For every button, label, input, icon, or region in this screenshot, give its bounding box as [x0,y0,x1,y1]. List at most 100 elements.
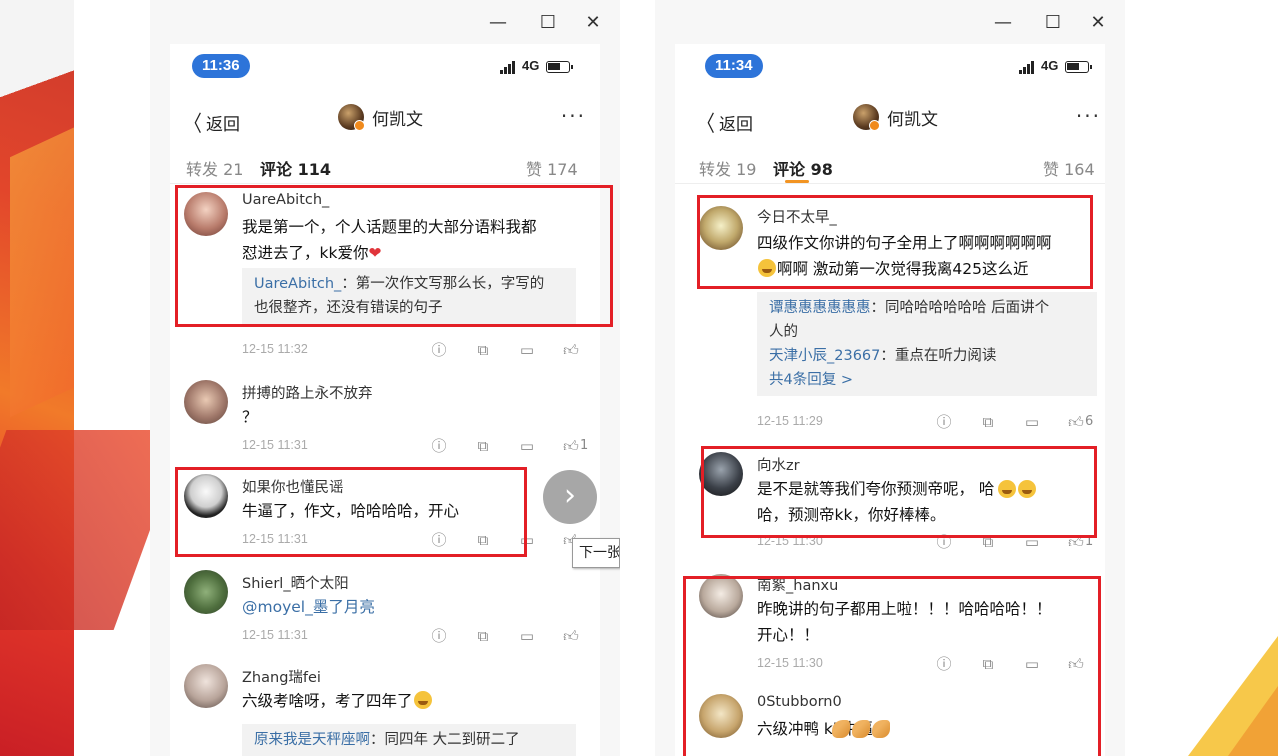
minimize-button[interactable]: — [485,10,511,36]
share-icon[interactable]: ⧉ [472,626,494,646]
report-icon[interactable]: ⓘ [933,412,955,432]
desktop-background-left [0,0,150,756]
share-icon[interactable]: ⧉ [472,340,494,360]
next-arrow-button[interactable]: › [543,470,597,524]
reply-box[interactable]: UareAbitch_：第一次作文写那么长，字写的 也很整齐，还没有错误的句子 [242,268,576,324]
avatar[interactable] [699,694,743,738]
reply-username[interactable]: 原来我是天秤座啊 [254,732,370,748]
signal-icon [1019,60,1034,74]
comment-date: 12-15 11:30 [757,656,823,670]
comment-username[interactable]: 拼搏的路上永不放弃 [242,382,373,403]
reply-icon[interactable]: ▭ [516,436,538,456]
comment-line: 怼进去了，kk爱你 [242,244,369,262]
avatar[interactable] [184,192,228,236]
avatar[interactable] [184,380,228,424]
muscle-emoji-icon [872,720,890,738]
reply-icon[interactable]: ▭ [516,626,538,646]
share-icon[interactable]: ⧉ [977,412,999,432]
like-icon[interactable]: 👍︎ 6 [1065,412,1093,432]
close-button[interactable]: ✕ [1085,10,1111,36]
comment-line: 四级作文你讲的句子全用上了啊啊啊啊啊啊 [757,234,1052,252]
avatar[interactable] [184,474,228,518]
comment-date: 12-15 11:31 [242,628,308,642]
comment-date: 12-15 11:32 [242,342,308,356]
like-icon[interactable]: 👍︎ [1065,654,1087,674]
reply-icon[interactable]: ▭ [1021,532,1043,552]
comment-date: 12-15 11:30 [757,534,823,548]
laugh-emoji-icon [1018,480,1036,498]
tab-repost[interactable]: 转发 19 [699,156,756,180]
report-icon[interactable]: ⓘ [933,532,955,552]
muscle-emoji-icon [852,720,870,738]
tab-comments[interactable]: 评论 98 [773,156,833,180]
reply-box[interactable]: 原来我是天秤座啊：同四年 大二到研二了 [242,724,576,756]
comment-username[interactable]: 今日不太早_ [757,206,837,227]
comment-text: 四级作文你讲的句子全用上了啊啊啊啊啊啊 啊啊 激动第一次觉得我离425这么近 [757,230,1097,282]
tab-repost[interactable]: 转发 21 [186,156,243,180]
comment-date: 12-15 11:31 [242,438,308,452]
nav-title[interactable]: 何凯文 [338,104,423,131]
window-controls: — ☐ ✕ [440,0,620,46]
like-icon[interactable]: 👍︎ 1 [560,436,588,456]
reply-username[interactable]: 谭惠惠惠惠惠惠 [769,300,871,316]
reply-username[interactable]: UareAbitch_ [254,276,341,292]
comment-mention[interactable]: @moyel_墨了月亮 [242,594,572,620]
maximize-button[interactable]: ☐ [535,10,561,36]
nav-title-text: 何凯文 [887,109,938,130]
like-icon[interactable]: 👍︎ 1 [1065,532,1093,552]
back-button[interactable]: 〈返回 [182,106,240,138]
avatar[interactable] [184,664,228,708]
comment-date: 12-15 11:29 [757,414,823,428]
close-button[interactable]: ✕ [580,10,606,36]
like-icon[interactable]: 👍︎ [560,626,582,646]
nav-title[interactable]: 何凯文 [853,104,938,131]
reply-icon[interactable]: ▭ [1021,412,1043,432]
comment-username[interactable]: Zhang瑞fei [242,666,321,687]
report-icon[interactable]: ⓘ [428,626,450,646]
more-icon[interactable]: ··· [1076,104,1101,128]
reply-box[interactable]: 谭惠惠惠惠惠惠：同哈哈哈哈哈哈 后面讲个 人的 天津小辰_23667：重点在听力… [757,292,1097,396]
minimize-button[interactable]: — [990,10,1016,36]
comment-username[interactable]: Shierl_晒个太阳 [242,572,349,593]
avatar[interactable] [699,574,743,618]
chevron-left-icon: 〈 [697,112,715,137]
comment-username[interactable]: UareAbitch_ [242,192,329,208]
tab-comments[interactable]: 评论 114 [260,156,331,180]
share-icon[interactable]: ⧉ [472,530,494,550]
reply-username[interactable]: 天津小辰_23667 [769,348,880,364]
status-time: 11:34 [705,54,763,78]
share-icon[interactable]: ⧉ [472,436,494,456]
comment-username[interactable]: 南絮_hanxu [757,574,838,595]
phone-screen: 11:36 4G 〈返回 何凯文 ··· 转发 21 评论 114 赞 174 … [170,44,613,756]
comment-username[interactable]: 0Stubborn0 [757,694,842,710]
share-icon[interactable]: ⧉ [977,654,999,674]
reply-text: ：同哈哈哈哈哈哈 后面讲个 [870,300,1050,316]
like-count: 1 [1085,534,1094,549]
smile-emoji-icon [758,259,776,277]
comment-meta: 12-15 11:31 ⓘ ⧉ ▭ 👍︎ [242,530,582,550]
report-icon[interactable]: ⓘ [428,530,450,550]
report-icon[interactable]: ⓘ [428,436,450,456]
reply-icon[interactable]: ▭ [1021,654,1043,674]
like-icon[interactable]: 👍︎ [560,340,582,360]
comment-date: 12-15 11:31 [242,532,308,546]
more-replies-link[interactable]: 共4条回复 > [769,368,1085,392]
avatar[interactable] [699,206,743,250]
avatar[interactable] [699,452,743,496]
report-icon[interactable]: ⓘ [933,654,955,674]
back-button[interactable]: 〈返回 [695,106,753,138]
reply-icon[interactable]: ▭ [516,340,538,360]
comment-line: 昨晚讲的句子都用上啦！！！哈哈哈哈！！ [757,600,1052,618]
reply-icon[interactable]: ▭ [516,530,538,550]
comment-username[interactable]: 向水zr [757,454,800,475]
battery-icon [1065,61,1092,73]
avatar[interactable] [184,570,228,614]
tab-likes[interactable]: 赞 164 [1043,156,1095,180]
tab-likes[interactable]: 赞 174 [526,156,578,180]
more-icon[interactable]: ··· [561,104,586,128]
report-icon[interactable]: ⓘ [428,340,450,360]
maximize-button[interactable]: ☐ [1040,10,1066,36]
share-icon[interactable]: ⧉ [977,532,999,552]
comment-username[interactable]: 如果你也懂民谣 [242,476,344,497]
heart-icon: ❤ [368,244,382,262]
